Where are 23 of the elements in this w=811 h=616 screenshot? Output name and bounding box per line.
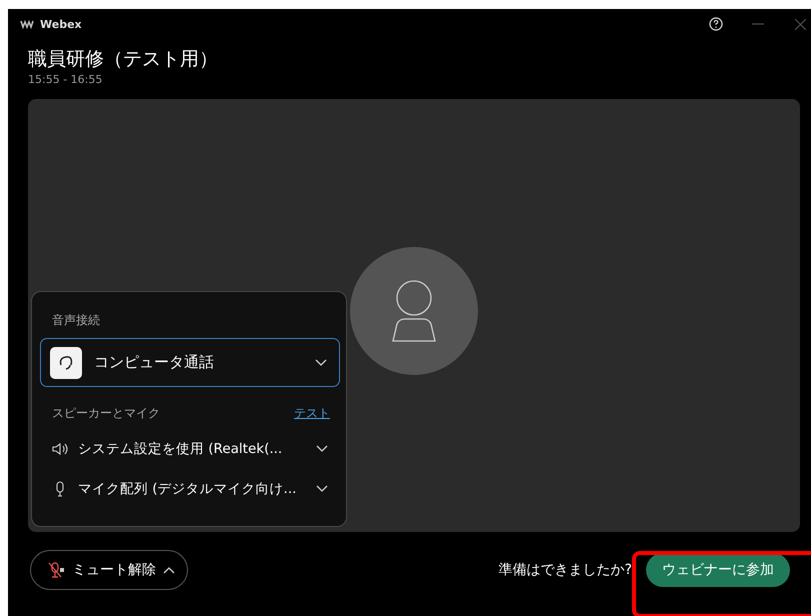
device-dropdown[interactable]: マイク配列 (デジタルマイク向け... (40, 474, 340, 504)
app-name: Webex (40, 18, 82, 30)
chevron-icon (163, 566, 175, 574)
test-link[interactable]: テスト (294, 405, 330, 422)
device-dropdown[interactable]: システム設定を使用 (Realtek(... (40, 434, 340, 464)
chevron-icon (315, 358, 327, 366)
join-button[interactable]: ウェビナーに参加 (646, 553, 790, 587)
muted-microphone-icon (47, 561, 65, 579)
section-heading: スピーカーとマイク (52, 405, 160, 422)
minimize-icon[interactable] (752, 23, 764, 25)
help-icon[interactable] (709, 17, 723, 31)
speaker-icon (52, 442, 68, 456)
headset-icon (50, 346, 82, 378)
logo-icon (20, 19, 34, 29)
ready-prompt: 準備はできましたか? (498, 561, 632, 579)
unmute-button[interactable]: ミュート解除 (30, 550, 188, 590)
meeting-title: 職員研修（テスト用） (27, 47, 219, 71)
audio-connection-dropdown[interactable]: コンピュータ通話 (40, 338, 340, 387)
chevron-icon (316, 445, 328, 453)
meeting-time: 15:55 - 16:55 (27, 72, 104, 86)
chevron-icon (316, 485, 328, 493)
close-icon[interactable] (794, 18, 806, 30)
section-heading: 音声接続 (51, 312, 101, 329)
